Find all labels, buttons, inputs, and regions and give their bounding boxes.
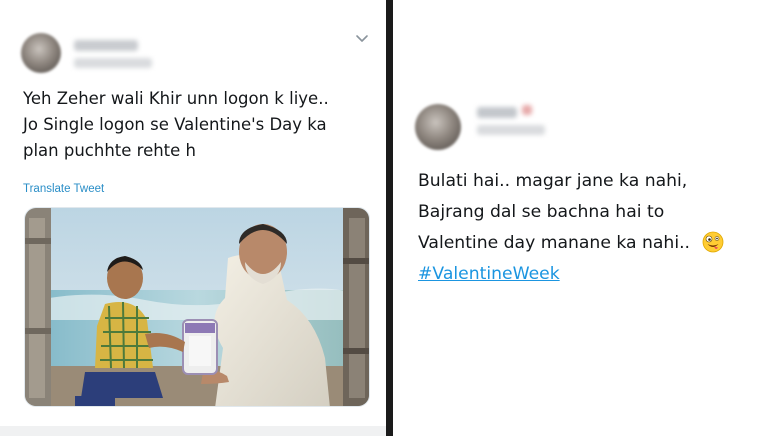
left-tweet-card: Yeh Zeher wali Khir unn logon k liye.. J… [0,0,386,436]
tweet-footer-strip [0,426,386,436]
tweet-text: Yeh Zeher wali Khir unn logon k liye.. J… [23,86,375,164]
tweet-text-line: Jo Single logon se Valentine's Day ka [23,115,327,134]
blurred-username[interactable] [477,125,545,135]
blurred-display-name[interactable] [477,107,517,118]
blurred-avatar[interactable] [21,33,61,73]
tweet-text-line: Bulati hai.. magar jane ka nahi, [418,171,688,191]
blurred-name-emoji [522,105,532,115]
tweet-text-line: Valentine day manane ka nahi.. [418,233,691,253]
tweet-text-line-with-emoji: Valentine day manane ka nahi.. [418,228,784,259]
tweet-text-line: Yeh Zeher wali Khir unn logon k liye.. [23,89,329,108]
translate-tweet-link[interactable]: Translate Tweet [23,183,104,195]
tweet-text-line: plan puchhte rehte h [23,141,197,160]
blurred-avatar[interactable] [415,104,461,150]
chevron-down-icon[interactable] [355,34,369,44]
hashtag-link[interactable]: #ValentineWeek [418,264,560,284]
tweet-text: Bulati hai.. magar jane ka nahi, Bajrang… [418,166,784,290]
zany-face-emoji-icon [702,231,723,253]
panel-divider [386,0,393,436]
photo-illustration [25,208,369,406]
tweet-text-line: Bajrang dal se bachna hai to [418,202,665,222]
blurred-username[interactable] [74,58,152,68]
blurred-display-name[interactable] [74,40,138,51]
tweet-media-image[interactable] [24,207,370,407]
tweet-text-line: Bajrang dal se bachna hai to [418,197,784,228]
